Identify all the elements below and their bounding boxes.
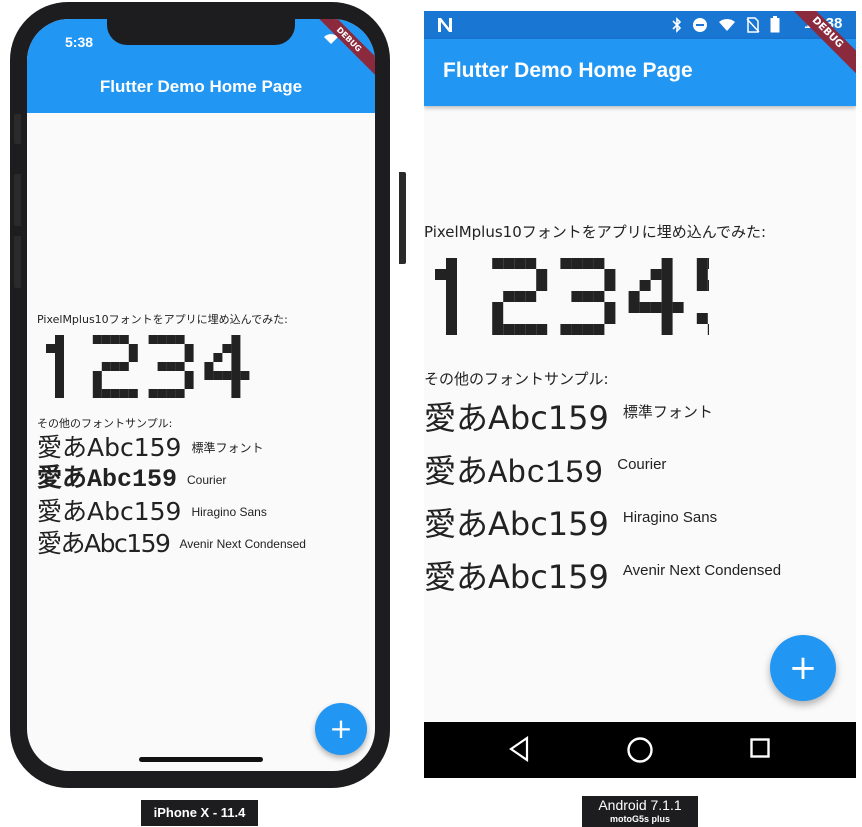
- font-sample-row: 愛あAbc159 Courier: [37, 464, 375, 495]
- sample-label: 標準フォント: [622, 404, 713, 421]
- volume-up-button: [14, 174, 21, 226]
- font-sample-row: 愛あAbc159 Avenir Next Condensed: [37, 528, 375, 559]
- pixel-digits: [435, 258, 820, 335]
- recents-nav-icon[interactable]: [750, 738, 770, 758]
- font-sample-row: 愛あAbc159 Courier: [424, 442, 856, 495]
- ios-device-caption: iPhone X - 11.4: [141, 800, 258, 826]
- android-screen: 17:38 Flutter Demo Home Page DEBUG Pixel…: [424, 11, 856, 778]
- wifi-icon: [719, 18, 735, 31]
- pixel-digit-2: [492, 258, 548, 335]
- sample-text: 愛あAbc159: [37, 497, 182, 526]
- pixel-font-description: PixelMplus10フォントをアプリに埋め込んでみた:: [424, 223, 767, 241]
- bluetooth-icon: [672, 16, 682, 33]
- notch: [107, 19, 295, 45]
- other-fonts-label: その他のフォントサンプル:: [424, 370, 609, 388]
- font-sample-row: 愛あAbc159 標準フォント: [37, 432, 375, 463]
- home-indicator[interactable]: [139, 757, 263, 762]
- pixel-digit-4: [628, 258, 684, 335]
- pixel-digit-1: [46, 335, 64, 398]
- no-sim-icon: [746, 16, 760, 33]
- ios-status-time: 5:38: [65, 34, 94, 50]
- sample-label: Avenir Next Condensed: [179, 536, 306, 551]
- debug-banner: DEBUG: [309, 19, 375, 80]
- side-button: [399, 172, 406, 264]
- android-version-label: Android 7.1.1: [598, 797, 682, 813]
- sample-text: 愛あAbc159: [37, 465, 178, 494]
- pixel-digit-1: [435, 258, 457, 335]
- back-nav-icon[interactable]: [508, 736, 530, 762]
- ios-screen: 5:38 Flutter Demo Home Page DEBUG PixelM…: [27, 19, 375, 771]
- font-sample-row: 愛あAbc159 Hiragino Sans: [424, 495, 856, 548]
- android-nav-bar: [424, 722, 856, 778]
- notification-n-icon: [438, 18, 452, 32]
- increment-fab[interactable]: +: [770, 635, 836, 701]
- android-device-caption: Android 7.1.1 motoG5s plus: [582, 796, 698, 827]
- pixel-digit-5: [696, 258, 752, 335]
- font-sample-row: 愛あAbc159 標準フォント: [424, 389, 856, 442]
- android-status-bar: 17:38: [424, 11, 856, 39]
- sample-text: 愛あAbc159: [37, 529, 171, 558]
- android-app-bar: Flutter Demo Home Page: [424, 39, 856, 106]
- sample-label: 標準フォント: [191, 441, 264, 455]
- pixel-digit-3: [560, 258, 616, 335]
- sample-label: Courier: [187, 472, 227, 487]
- ios-appbar-title: Flutter Demo Home Page: [99, 77, 303, 96]
- sample-label: Courier: [617, 456, 667, 473]
- iphone-device-frame: 5:38 Flutter Demo Home Page DEBUG PixelM…: [10, 2, 406, 788]
- font-sample-row: 愛あAbc159 Hiragino Sans: [37, 496, 375, 527]
- silent-switch: [14, 114, 21, 144]
- sample-label: Avenir Next Condensed: [622, 562, 782, 579]
- sample-text: 愛あAbc159: [424, 557, 609, 596]
- sample-text: 愛あAbc159: [424, 504, 609, 543]
- pixel-digit-3: [148, 335, 194, 398]
- sample-text: 愛あAbc159: [424, 454, 604, 492]
- home-nav-icon[interactable]: [626, 736, 654, 764]
- pixel-digit-2: [92, 335, 138, 398]
- android-body: PixelMplus10フォントをアプリに埋め込んでみた: その他のフォントサン…: [424, 221, 856, 601]
- volume-down-button: [14, 236, 21, 288]
- sample-text: 愛あAbc159: [37, 433, 182, 462]
- ios-app-bar: 5:38 Flutter Demo Home Page DEBUG: [27, 19, 375, 113]
- do-not-disturb-icon: [693, 17, 707, 32]
- sample-label: Hiragino Sans: [622, 509, 718, 526]
- ios-body: PixelMplus10フォントをアプリに埋め込んでみた: その他のフォントサン…: [37, 311, 375, 559]
- status-icons: [672, 16, 780, 33]
- pixel-digit-4: [204, 335, 250, 398]
- battery-icon: [770, 16, 780, 33]
- font-sample-row: 愛あAbc159 Avenir Next Condensed: [424, 548, 856, 601]
- android-model-label: motoG5s plus: [609, 814, 670, 824]
- pixel-font-description: PixelMplus10フォントをアプリに埋め込んでみた:: [37, 313, 288, 326]
- sample-label: Hiragino Sans: [191, 504, 267, 519]
- sample-text: 愛あAbc159: [424, 398, 609, 437]
- android-appbar-title: Flutter Demo Home Page: [443, 59, 693, 82]
- other-fonts-label: その他のフォントサンプル:: [37, 417, 173, 430]
- pixel-digits: [46, 335, 361, 398]
- increment-fab[interactable]: +: [315, 703, 367, 755]
